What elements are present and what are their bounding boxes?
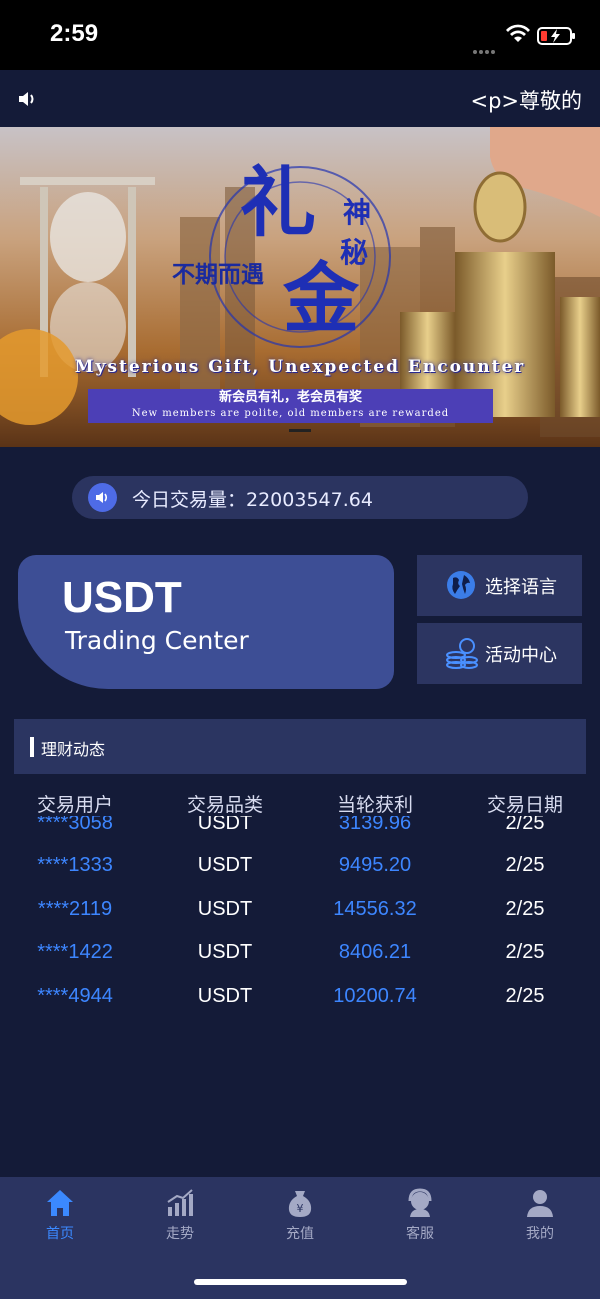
daily-volume-bar: 今日交易量：22003547.64 [72,476,528,519]
banner-heading-jin: 金 [283,254,359,343]
home-icon [47,1190,73,1216]
cell-profit: 3139.96 [338,816,412,834]
customer-service-icon [408,1188,432,1217]
carousel-indicator[interactable] [289,429,311,432]
globe-icon [447,571,475,599]
cell-user: ****4944 [37,985,113,1007]
cell-profit: 8406.21 [338,941,412,963]
status-time: 2:59 [50,20,99,47]
tab-mine[interactable]: 我的 [480,1187,600,1247]
speaker-icon [19,92,34,106]
table-row: ****3058 USDT 3139.96 2/25 [0,816,600,856]
notice-bar: <p>尊敬的 [0,70,600,127]
cell-category: USDT [197,941,253,963]
yuan-bag-icon: ¥ [288,1191,312,1217]
cell-date: 2/25 [505,941,545,963]
banner-heading-li: 礼 [240,158,316,247]
cell-date: 2/25 [505,854,545,876]
card-title: USDT [62,573,182,622]
cell-user: ****1333 [37,854,113,876]
tab-customer-service-label: 客服 [406,1226,434,1242]
banner-heading-shen: 神 [343,196,372,229]
column-header-profit: 当轮获利 [336,794,413,816]
select-language-button[interactable]: 选择语言 [417,555,582,616]
daily-volume-text: 今日交易量：22003547.64 [132,489,373,511]
cell-category: USDT [197,898,253,920]
cell-date: 2/25 [505,985,545,1007]
status-bar: 2:59 [0,0,600,70]
wifi-icon [506,24,530,42]
svg-text:¥: ¥ [297,1202,304,1215]
cell-category: USDT [197,854,253,876]
promo-banner[interactable]: 不期而遇 礼 神 秘 金 Mysterious Gift, Unexpected… [0,127,600,447]
notice-marquee-text: <p>尊敬的 [470,89,582,113]
tab-recharge[interactable]: ¥ 充值 [240,1187,360,1247]
tab-customer-service[interactable]: 客服 [360,1187,480,1247]
tab-recharge-label: 充值 [286,1226,314,1242]
banner-strip: 新会员有礼，老会员有奖 New members are polite, old … [88,389,493,423]
cell-profit: 9495.20 [338,854,412,876]
cell-category: USDT [197,985,253,1007]
select-language-label: 选择语言 [485,577,557,598]
table-row: ****1333 USDT 9495.20 2/25 [0,854,600,898]
signal-icon [473,39,497,58]
cell-profit: 14556.32 [333,898,417,920]
banner-slogan: Mysterious Gift, Unexpected Encounter [74,357,526,377]
cell-category: USDT [197,816,253,834]
tab-home[interactable]: 首页 [0,1187,120,1247]
battery-icon [537,27,575,45]
banner-heading-small: 不期而遇 [172,261,264,288]
table-row: ****4944 USDT 10200.74 2/25 [0,985,600,1029]
cell-user: ****2119 [37,898,113,920]
tab-trend[interactable]: 走势 [120,1187,240,1247]
banner-strip-cn: 新会员有礼，老会员有奖 [218,390,362,405]
section-accent-bar [30,737,34,757]
cell-date: 2/25 [505,898,545,920]
home-indicator[interactable] [194,1279,407,1285]
section-title: 理财动态 [41,740,106,759]
tab-mine-label: 我的 [526,1226,554,1242]
cell-user: ****3058 [37,816,113,834]
column-header-category: 交易品类 [186,794,263,816]
cell-profit: 10200.74 [333,985,417,1007]
column-header-user: 交易用户 [36,794,113,816]
volume-speaker-icon [88,483,117,512]
table-row: ****2119 USDT 14556.32 2/25 [0,898,600,942]
finance-news-header: 理财动态 [14,719,586,774]
tab-home-label: 首页 [46,1226,74,1242]
tab-trend-label: 走势 [166,1226,194,1242]
cell-date: 2/25 [505,816,545,834]
coins-icon [446,638,478,669]
cell-user: ****1422 [37,941,113,963]
activity-center-button[interactable]: 活动中心 [417,623,582,684]
trade-table-scroll[interactable]: ****3058 USDT 3139.96 2/25 ****1333 USDT… [0,816,600,1034]
card-subtitle: Trading Center [65,626,249,655]
activity-center-label: 活动中心 [485,645,557,666]
banner-strip-en: New members are polite, old members are … [131,408,450,419]
table-row: ****1422 USDT 8406.21 2/25 [0,941,600,985]
column-header-date: 交易日期 [486,794,563,816]
user-icon [527,1190,553,1217]
trade-table-header: 交易用户 交易品类 当轮获利 交易日期 [0,790,600,816]
usdt-trading-center-card[interactable]: USDT Trading Center [18,555,394,689]
trend-icon [167,1189,193,1216]
